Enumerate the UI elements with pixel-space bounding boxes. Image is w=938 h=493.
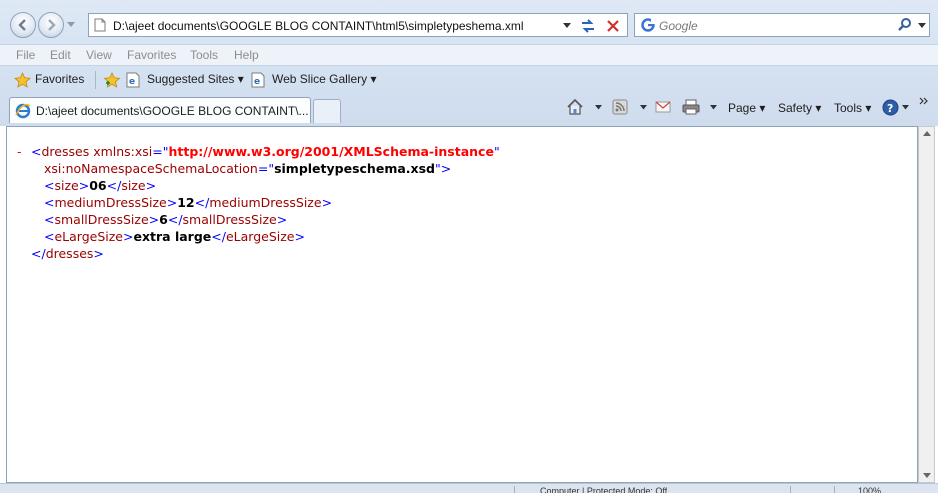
chevron-overflow-icon[interactable] [919, 97, 929, 105]
arrow-right-icon [48, 19, 56, 31]
safety-menu-label: Safety [778, 101, 813, 115]
help-icon[interactable]: ? [882, 99, 899, 116]
svg-text:e: e [129, 77, 135, 87]
svg-text:?: ? [887, 102, 893, 115]
favorites-button[interactable]: Favorites [35, 72, 84, 86]
google-icon [641, 18, 655, 32]
xml-element-size: <size>06</size> [44, 178, 157, 193]
attr2-value: simpletypeschema.xsd [274, 161, 435, 176]
element-close-tag: size [121, 178, 146, 193]
menu-help[interactable]: Help [234, 48, 259, 62]
scroll-down-icon[interactable] [923, 473, 931, 478]
forward-button[interactable] [38, 12, 64, 38]
tab-row: D:\ajeet documents\GOOGLE BLOG CONTAINT\… [0, 93, 938, 126]
scroll-up-icon[interactable] [923, 131, 931, 136]
ie-page-icon: e [126, 72, 140, 88]
root-close-tag-name: dresses [45, 246, 94, 261]
active-tab[interactable]: D:\ajeet documents\GOOGLE BLOG CONTAINT\… [9, 97, 311, 123]
element-value: 6 [159, 212, 168, 227]
rss-feed-icon[interactable] [612, 99, 628, 115]
address-url[interactable]: D:\ajeet documents\GOOGLE BLOG CONTAINT\… [113, 19, 524, 33]
page-icon [94, 18, 106, 32]
help-dropdown-icon[interactable] [902, 105, 909, 110]
element-value: 06 [89, 178, 107, 193]
menu-view[interactable]: View [86, 48, 112, 62]
status-separator [514, 486, 515, 493]
suggested-sites-label: Suggested Sites [147, 72, 235, 86]
search-dropdown-icon[interactable] [918, 23, 926, 29]
favorites-bar: Favorites e Suggested Sites ▾ e Web Slic… [0, 67, 938, 93]
status-separator [834, 486, 835, 493]
search-bar[interactable]: Google [634, 13, 930, 37]
print-dropdown-icon[interactable] [710, 105, 717, 110]
safety-menu-button[interactable]: Safety ▾ [778, 101, 821, 115]
svg-text:e: e [254, 77, 260, 87]
ie-icon [15, 103, 31, 119]
home-dropdown-icon[interactable] [595, 105, 602, 110]
web-slice-gallery-label: Web Slice Gallery [272, 72, 368, 86]
xml-root-open: - <dresses xmlns:xsi="http://www.w3.org/2… [17, 143, 500, 160]
attr2-name: xsi:noNamespaceSchemaLocation [44, 161, 258, 176]
tab-title: D:\ajeet documents\GOOGLE BLOG CONTAINT\… [36, 104, 309, 118]
search-placeholder[interactable]: Google [659, 19, 698, 33]
menu-edit[interactable]: Edit [50, 48, 71, 62]
suggested-sites-button[interactable]: Suggested Sites ▾ [147, 72, 244, 86]
browser-chrome: D:\ajeet documents\GOOGLE BLOG CONTAINT\… [0, 0, 938, 126]
recent-pages-dropdown-icon[interactable] [67, 22, 75, 28]
menu-tools[interactable]: Tools [190, 48, 218, 62]
vertical-scrollbar[interactable] [918, 126, 935, 483]
element-tag: mediumDressSize [54, 195, 167, 210]
web-slice-icon: e [251, 72, 265, 88]
collapse-toggle[interactable]: - [17, 143, 31, 160]
element-tag: size [54, 178, 79, 193]
star-icon [14, 72, 31, 88]
xml-element-medium: <mediumDressSize>12</mediumDressSize> [44, 195, 333, 210]
tools-menu-button[interactable]: Tools ▾ [834, 101, 871, 115]
arrow-left-icon [18, 19, 26, 31]
home-icon[interactable] [566, 98, 584, 116]
address-bar[interactable]: D:\ajeet documents\GOOGLE BLOG CONTAINT\… [88, 13, 628, 37]
search-icon[interactable] [897, 17, 913, 33]
menu-bar: File Edit View Favorites Tools Help [0, 44, 938, 66]
menu-favorites[interactable]: Favorites [127, 48, 176, 62]
new-tab-button[interactable] [313, 99, 341, 123]
protected-mode-status: Computer | Protected Mode: Off [540, 486, 668, 493]
web-slice-gallery-button[interactable]: Web Slice Gallery ▾ [272, 72, 377, 86]
menu-file[interactable]: File [16, 48, 35, 62]
xml-root-close: </dresses> [31, 246, 104, 261]
add-to-favorites-bar-icon[interactable] [103, 72, 121, 89]
page-menu-button[interactable]: Page ▾ [728, 101, 765, 115]
element-close-tag: mediumDressSize [209, 195, 322, 210]
status-separator [790, 486, 791, 493]
zoom-level[interactable]: 100% [858, 485, 881, 493]
element-value: extra large [133, 229, 212, 244]
back-button[interactable] [10, 12, 36, 38]
xml-element-elarge: <eLargeSize>extra large</eLargeSize> [44, 229, 305, 244]
element-tag: eLargeSize [54, 229, 124, 244]
element-close-tag: eLargeSize [225, 229, 295, 244]
element-close-tag: smallDressSize [182, 212, 277, 227]
xml-element-small: <smallDressSize>6</smallDressSize> [44, 212, 288, 227]
address-row: D:\ajeet documents\GOOGLE BLOG CONTAINT\… [0, 9, 938, 43]
tools-menu-label: Tools [834, 101, 863, 115]
root-tag-name: dresses [41, 144, 90, 159]
element-value: 12 [177, 195, 195, 210]
stop-icon[interactable] [605, 18, 621, 34]
xml-root-attr2: xsi:noNamespaceSchemaLocation="simpletyp… [44, 161, 452, 176]
feed-dropdown-icon[interactable] [640, 105, 647, 110]
xml-tree: - <dresses xmlns:xsi="http://www.w3.org/2… [17, 143, 500, 262]
address-dropdown-icon[interactable] [563, 23, 571, 29]
attr1-name: xmlns:xsi [93, 144, 153, 159]
xml-document-view: - <dresses xmlns:xsi="http://www.w3.org/2… [6, 126, 918, 483]
attr1-value: http://www.w3.org/2001/XMLSchema-instanc… [168, 144, 494, 159]
favorites-separator [95, 71, 96, 89]
status-bar: Computer | Protected Mode: Off 100% [0, 483, 938, 493]
element-tag: smallDressSize [54, 212, 149, 227]
refresh-icon[interactable] [579, 18, 597, 34]
page-menu-label: Page [728, 101, 757, 115]
print-icon[interactable] [682, 99, 700, 115]
read-mail-icon[interactable] [655, 100, 671, 114]
